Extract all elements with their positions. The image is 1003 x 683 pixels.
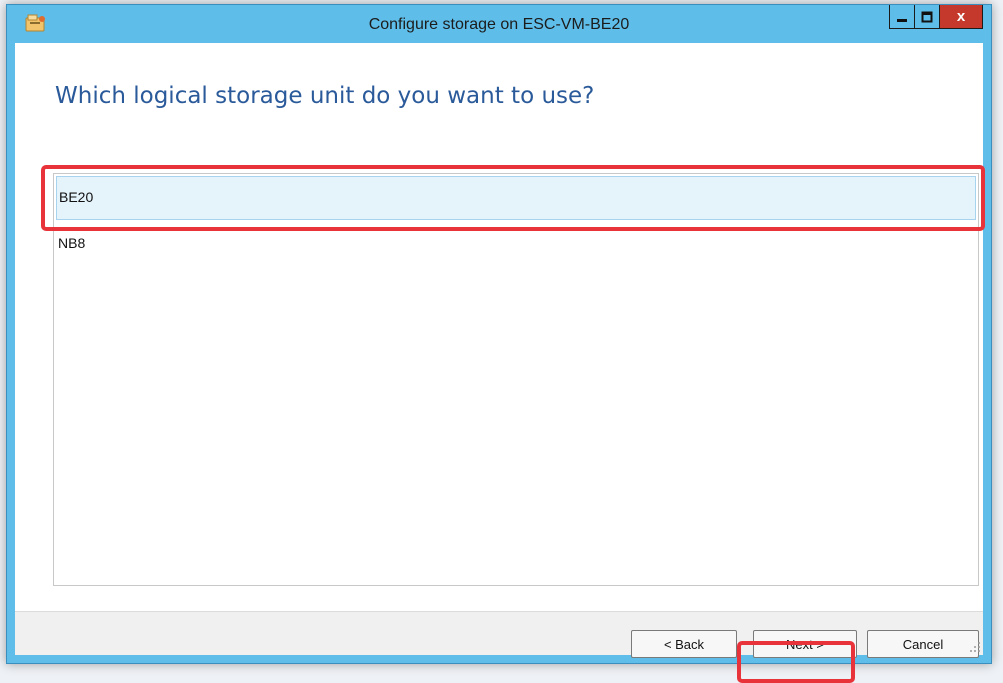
cancel-button[interactable]: Cancel <box>867 630 979 658</box>
storage-unit-item-be20[interactable]: BE20 <box>56 176 976 220</box>
maximize-icon <box>921 11 933 22</box>
next-button[interactable]: Next > <box>753 630 857 658</box>
maximize-button[interactable] <box>914 5 940 29</box>
storage-unit-item-nb8[interactable]: NB8 <box>56 226 976 270</box>
close-icon: x <box>956 8 966 25</box>
page-heading: Which logical storage unit do you want t… <box>55 83 595 109</box>
wizard-window: Configure storage on ESC-VM-BE20 x Which… <box>6 4 992 683</box>
resize-grip-icon[interactable] <box>969 641 981 653</box>
list-item-label: BE20 <box>59 189 94 205</box>
close-button[interactable]: x <box>939 5 983 29</box>
title-bar[interactable]: Configure storage on ESC-VM-BE20 x <box>7 5 991 43</box>
wizard-content: Which logical storage unit do you want t… <box>15 43 985 683</box>
storage-unit-list[interactable]: BE20 NB8 <box>53 173 979 586</box>
minimize-button[interactable] <box>889 5 915 29</box>
minimize-icon <box>897 18 907 22</box>
list-item-label: NB8 <box>58 235 86 251</box>
window-title: Configure storage on ESC-VM-BE20 <box>368 16 630 33</box>
back-button[interactable]: < Back <box>631 630 737 658</box>
caption-buttons: x <box>889 5 983 31</box>
wizard-footer: < Back Next > Cancel <box>15 612 983 658</box>
